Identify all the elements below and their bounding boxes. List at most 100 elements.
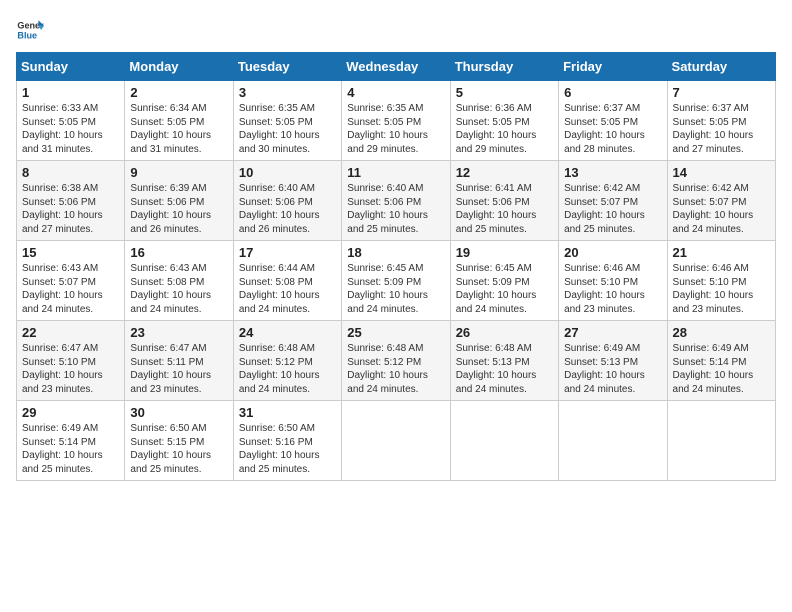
calendar-cell <box>667 401 775 481</box>
day-number: 23 <box>130 325 227 340</box>
calendar-cell: 28 Sunrise: 6:49 AMSunset: 5:14 PMDayligh… <box>667 321 775 401</box>
day-number: 8 <box>22 165 119 180</box>
day-info: Sunrise: 6:40 AMSunset: 5:06 PMDaylight:… <box>239 182 336 236</box>
calendar-cell: 27 Sunrise: 6:49 AMSunset: 5:13 PMDayligh… <box>559 321 667 401</box>
day-info: Sunrise: 6:38 AMSunset: 5:06 PMDaylight:… <box>22 182 119 236</box>
day-info: Sunrise: 6:48 AMSunset: 5:12 PMDaylight:… <box>347 342 444 396</box>
day-number: 28 <box>673 325 770 340</box>
day-info: Sunrise: 6:47 AMSunset: 5:11 PMDaylight:… <box>130 342 227 396</box>
calendar-cell: 26Sunrise: 6:48 AMSunset: 5:13 PMDayligh… <box>450 321 558 401</box>
day-info: Sunrise: 6:37 AMSunset: 5:05 PMDaylight:… <box>673 102 770 156</box>
calendar-cell: 11 Sunrise: 6:40 AMSunset: 5:06 PMDayligh… <box>342 161 450 241</box>
calendar-cell: 2 Sunrise: 6:34 AMSunset: 5:05 PMDaylight… <box>125 81 233 161</box>
calendar-cell: 14Sunrise: 6:42 AMSunset: 5:07 PMDayligh… <box>667 161 775 241</box>
calendar-cell: 7 Sunrise: 6:37 AMSunset: 5:05 PMDaylight… <box>667 81 775 161</box>
day-number: 24 <box>239 325 336 340</box>
calendar-cell: 10 Sunrise: 6:40 AMSunset: 5:06 PMDayligh… <box>233 161 341 241</box>
day-number: 30 <box>130 405 227 420</box>
day-info: Sunrise: 6:49 AMSunset: 5:13 PMDaylight:… <box>564 342 661 396</box>
day-number: 20 <box>564 245 661 260</box>
day-info: Sunrise: 6:40 AMSunset: 5:06 PMDaylight:… <box>347 182 444 236</box>
calendar-cell: 29 Sunrise: 6:49 AMSunset: 5:14 PMDayligh… <box>17 401 125 481</box>
calendar-cell: 15 Sunrise: 6:43 AMSunset: 5:07 PMDayligh… <box>17 241 125 321</box>
day-info: Sunrise: 6:42 AMSunset: 5:07 PMDaylight:… <box>564 182 661 236</box>
day-info: Sunrise: 6:45 AMSunset: 5:09 PMDaylight:… <box>347 262 444 316</box>
day-info: Sunrise: 6:39 AMSunset: 5:06 PMDaylight:… <box>130 182 227 236</box>
calendar-cell: 17 Sunrise: 6:44 AMSunset: 5:08 PMDayligh… <box>233 241 341 321</box>
day-info: Sunrise: 6:34 AMSunset: 5:05 PMDaylight:… <box>130 102 227 156</box>
day-number: 16 <box>130 245 227 260</box>
day-info: Sunrise: 6:49 AMSunset: 5:14 PMDaylight:… <box>22 422 119 476</box>
weekday-header-monday: Monday <box>125 53 233 81</box>
day-info: Sunrise: 6:41 AMSunset: 5:06 PMDaylight:… <box>456 182 553 236</box>
calendar-cell: 3Sunrise: 6:35 AMSunset: 5:05 PMDaylight… <box>233 81 341 161</box>
calendar-cell: 30Sunrise: 6:50 AMSunset: 5:15 PMDayligh… <box>125 401 233 481</box>
calendar-cell: 1 Sunrise: 6:33 AMSunset: 5:05 PMDaylight… <box>17 81 125 161</box>
calendar-cell: 25 Sunrise: 6:48 AMSunset: 5:12 PMDayligh… <box>342 321 450 401</box>
calendar-cell: 24 Sunrise: 6:48 AMSunset: 5:12 PMDayligh… <box>233 321 341 401</box>
day-info: Sunrise: 6:46 AMSunset: 5:10 PMDaylight:… <box>673 262 770 316</box>
day-number: 17 <box>239 245 336 260</box>
day-info: Sunrise: 6:48 AMSunset: 5:12 PMDaylight:… <box>239 342 336 396</box>
day-number: 15 <box>22 245 119 260</box>
day-info: Sunrise: 6:42 AMSunset: 5:07 PMDaylight:… <box>673 182 770 236</box>
logo: General Blue <box>16 16 44 44</box>
weekday-header-tuesday: Tuesday <box>233 53 341 81</box>
day-info: Sunrise: 6:36 AMSunset: 5:05 PMDaylight:… <box>456 102 553 156</box>
day-number: 22 <box>22 325 119 340</box>
weekday-header-thursday: Thursday <box>450 53 558 81</box>
calendar-table: SundayMondayTuesdayWednesdayThursdayFrid… <box>16 52 776 481</box>
day-number: 19 <box>456 245 553 260</box>
calendar-cell: 9 Sunrise: 6:39 AMSunset: 5:06 PMDaylight… <box>125 161 233 241</box>
calendar-cell: 19 Sunrise: 6:45 AMSunset: 5:09 PMDayligh… <box>450 241 558 321</box>
calendar-week-3: 15 Sunrise: 6:43 AMSunset: 5:07 PMDayligh… <box>17 241 776 321</box>
day-info: Sunrise: 6:46 AMSunset: 5:10 PMDaylight:… <box>564 262 661 316</box>
calendar-cell: 16 Sunrise: 6:43 AMSunset: 5:08 PMDayligh… <box>125 241 233 321</box>
calendar-cell: 20 Sunrise: 6:46 AMSunset: 5:10 PMDayligh… <box>559 241 667 321</box>
calendar-week-4: 22Sunrise: 6:47 AMSunset: 5:10 PMDayligh… <box>17 321 776 401</box>
calendar-cell: 12 Sunrise: 6:41 AMSunset: 5:06 PMDayligh… <box>450 161 558 241</box>
calendar-week-2: 8 Sunrise: 6:38 AMSunset: 5:06 PMDaylight… <box>17 161 776 241</box>
day-info: Sunrise: 6:43 AMSunset: 5:07 PMDaylight:… <box>22 262 119 316</box>
day-number: 9 <box>130 165 227 180</box>
day-number: 29 <box>22 405 119 420</box>
calendar-cell: 22Sunrise: 6:47 AMSunset: 5:10 PMDayligh… <box>17 321 125 401</box>
day-info: Sunrise: 6:48 AMSunset: 5:13 PMDaylight:… <box>456 342 553 396</box>
calendar-cell: 21 Sunrise: 6:46 AMSunset: 5:10 PMDayligh… <box>667 241 775 321</box>
day-number: 2 <box>130 85 227 100</box>
calendar-cell: 5 Sunrise: 6:36 AMSunset: 5:05 PMDaylight… <box>450 81 558 161</box>
day-info: Sunrise: 6:33 AMSunset: 5:05 PMDaylight:… <box>22 102 119 156</box>
calendar-cell <box>342 401 450 481</box>
calendar-cell: 13 Sunrise: 6:42 AMSunset: 5:07 PMDayligh… <box>559 161 667 241</box>
calendar-cell <box>450 401 558 481</box>
day-number: 13 <box>564 165 661 180</box>
day-number: 10 <box>239 165 336 180</box>
day-info: Sunrise: 6:44 AMSunset: 5:08 PMDaylight:… <box>239 262 336 316</box>
day-number: 4 <box>347 85 444 100</box>
day-number: 25 <box>347 325 444 340</box>
day-number: 27 <box>564 325 661 340</box>
day-number: 1 <box>22 85 119 100</box>
svg-text:Blue: Blue <box>17 30 37 40</box>
weekday-header-saturday: Saturday <box>667 53 775 81</box>
logo-icon: General Blue <box>16 16 44 44</box>
day-info: Sunrise: 6:45 AMSunset: 5:09 PMDaylight:… <box>456 262 553 316</box>
day-number: 7 <box>673 85 770 100</box>
calendar-week-5: 29 Sunrise: 6:49 AMSunset: 5:14 PMDayligh… <box>17 401 776 481</box>
day-number: 12 <box>456 165 553 180</box>
weekday-header-sunday: Sunday <box>17 53 125 81</box>
day-info: Sunrise: 6:43 AMSunset: 5:08 PMDaylight:… <box>130 262 227 316</box>
day-info: Sunrise: 6:35 AMSunset: 5:05 PMDaylight:… <box>239 102 336 156</box>
calendar-cell: 23 Sunrise: 6:47 AMSunset: 5:11 PMDayligh… <box>125 321 233 401</box>
day-number: 5 <box>456 85 553 100</box>
calendar-cell: 8 Sunrise: 6:38 AMSunset: 5:06 PMDaylight… <box>17 161 125 241</box>
day-info: Sunrise: 6:50 AMSunset: 5:16 PMDaylight:… <box>239 422 336 476</box>
calendar-cell: 4Sunrise: 6:35 AMSunset: 5:05 PMDaylight… <box>342 81 450 161</box>
day-number: 11 <box>347 165 444 180</box>
day-number: 21 <box>673 245 770 260</box>
calendar-cell: 18Sunrise: 6:45 AMSunset: 5:09 PMDayligh… <box>342 241 450 321</box>
day-info: Sunrise: 6:49 AMSunset: 5:14 PMDaylight:… <box>673 342 770 396</box>
weekday-header-wednesday: Wednesday <box>342 53 450 81</box>
page-header: General Blue <box>16 16 776 44</box>
calendar-cell: 6Sunrise: 6:37 AMSunset: 5:05 PMDaylight… <box>559 81 667 161</box>
